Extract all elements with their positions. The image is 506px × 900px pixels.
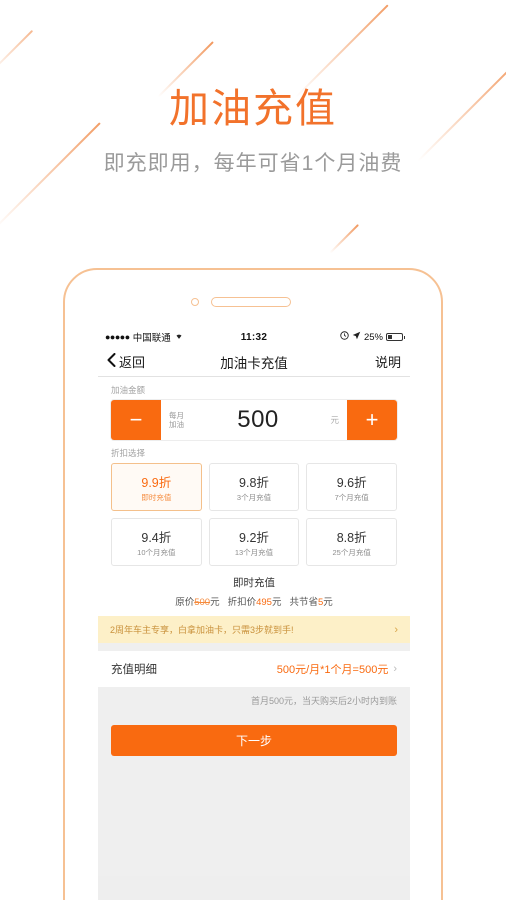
- discount-rate: 9.8折: [239, 475, 269, 490]
- signal-dots-icon: ●●●●●: [105, 332, 130, 342]
- status-bar-right: 25%: [267, 331, 405, 343]
- discount-sub: 3个月充值: [236, 492, 272, 502]
- chevron-right-icon: ›: [393, 663, 397, 675]
- summary-prices: 原价500元 折扣价495元 共节省5元: [98, 594, 410, 608]
- saved-prefix: 共节省: [289, 597, 318, 608]
- instructions-button[interactable]: 说明: [288, 352, 401, 371]
- amount-period-line2: 加油: [169, 420, 184, 429]
- decrease-amount-button[interactable]: −: [111, 400, 161, 440]
- amount-input-wrap[interactable]: 每月 加油 500 元: [161, 400, 347, 440]
- discount-sub: 即时充值: [141, 492, 172, 502]
- chevron-right-icon: ›: [394, 623, 398, 636]
- discount-option[interactable]: 9.9折 即时充值: [111, 463, 202, 511]
- page-title: 加油卡充值: [220, 355, 288, 371]
- price-summary: 即时充值 原价500元 折扣价495元 共节省5元: [98, 566, 410, 616]
- amount-section-label: 加油金额: [111, 385, 146, 395]
- carrier-name: 中国联通: [132, 333, 171, 344]
- discount-option[interactable]: 9.2折 13个月充值: [208, 518, 300, 566]
- discount-rate: 8.8折: [336, 530, 367, 545]
- recharge-note: 首月500元，当天购买后2小时内到账: [98, 687, 410, 714]
- nav-bar: 返回 加油卡充值 说明: [98, 347, 410, 377]
- camera-icon: [191, 298, 199, 306]
- screen-filler: [98, 756, 410, 876]
- phone-screen: ●●●●● 中国联通 11:32 25% 返回 加油卡充值 说明 加油金额 − …: [98, 327, 410, 900]
- promo-banner-text: 2周年车主专享，白拿加油卡，只需3步就到手!: [110, 625, 294, 635]
- next-button[interactable]: 下一步: [111, 725, 397, 756]
- page-headline: 加油充值: [169, 87, 337, 131]
- battery-icon: [386, 332, 405, 342]
- discount-sub: 13个月充值: [234, 547, 274, 557]
- section-divider: [98, 643, 410, 651]
- promo-page: 加油充值 即充即用，每年可省1个月油费 ●●●●● 中国联通 11:32 25%…: [0, 0, 506, 900]
- discount-sub: 25个月充值: [332, 547, 371, 557]
- discount-rate: 9.2折: [239, 530, 269, 545]
- discounted-price-suffix: 元: [271, 597, 282, 608]
- original-price-prefix: 原价: [175, 597, 195, 608]
- amount-unit: 元: [330, 415, 339, 425]
- recharge-detail-value: 500元/月*1个月=500元: [276, 664, 389, 676]
- discount-grid: 9.9折 即时充值 9.8折 3个月充值 9.6折 7个月充值 9.4折 10个…: [111, 463, 397, 566]
- discount-rate: 9.9折: [141, 475, 172, 490]
- amount-value[interactable]: 500: [195, 406, 321, 434]
- screen-content: 加油金额 − 每月 加油 500 元 + 折扣选择 9.9折 即时充值 9.8折…: [98, 377, 410, 876]
- original-price-suffix: 元: [210, 597, 220, 608]
- location-arrow-icon: [352, 331, 361, 343]
- discount-section-label: 折扣选择: [111, 448, 146, 458]
- phone-frame: ●●●●● 中国联通 11:32 25% 返回 加油卡充值 说明 加油金额 − …: [63, 268, 443, 900]
- back-button[interactable]: 返回: [107, 352, 220, 371]
- recharge-detail-row[interactable]: 充值明细 500元/月*1个月=500元 ›: [98, 651, 410, 687]
- discount-sub: 7个月充值: [334, 492, 369, 502]
- discount-option[interactable]: 8.8折 25个月充值: [306, 518, 397, 566]
- discount-option[interactable]: 9.8折 3个月充值: [208, 463, 300, 511]
- wifi-icon: [174, 331, 184, 343]
- battery-percent: 25%: [363, 331, 383, 343]
- discount-sub: 10个月充值: [137, 547, 176, 557]
- recharge-detail-label: 充值明细: [111, 664, 157, 676]
- status-bar-time: 11:32: [240, 331, 268, 343]
- alarm-icon: [340, 331, 349, 343]
- promo-banner[interactable]: 2周年车主专享，白拿加油卡，只需3步就到手! ›: [98, 616, 410, 643]
- speaker-grille-icon: [211, 297, 291, 307]
- discounted-price-prefix: 折扣价: [227, 597, 257, 608]
- discounted-price-amount: 495: [256, 597, 272, 608]
- decor-line-6: [0, 29, 34, 74]
- amount-period-label: 每月 加油: [169, 411, 195, 430]
- original-price-amount: 500: [194, 597, 211, 608]
- summary-title: 即时充值: [233, 577, 275, 589]
- status-bar: ●●●●● 中国联通 11:32 25%: [98, 327, 410, 347]
- saved-suffix: 元: [323, 597, 333, 608]
- next-button-wrap: 下一步: [98, 714, 410, 756]
- amount-stepper: − 每月 加油 500 元 +: [111, 400, 397, 440]
- discount-option[interactable]: 9.6折 7个月充值: [306, 463, 397, 511]
- decor-line-3: [295, 4, 389, 98]
- back-button-label: 返回: [119, 355, 146, 370]
- discount-option[interactable]: 9.4折 10个月充值: [111, 518, 202, 566]
- amount-period-line1: 每月: [169, 410, 184, 420]
- page-subheadline: 即充即用，每年可省1个月油费: [103, 152, 403, 175]
- decor-line-5: [329, 224, 359, 254]
- increase-amount-button[interactable]: +: [347, 400, 397, 440]
- discount-rate: 9.4折: [141, 530, 172, 545]
- discount-rate: 9.6折: [336, 475, 367, 490]
- chevron-left-icon: [107, 353, 116, 370]
- status-bar-left: ●●●●● 中国联通: [105, 330, 241, 344]
